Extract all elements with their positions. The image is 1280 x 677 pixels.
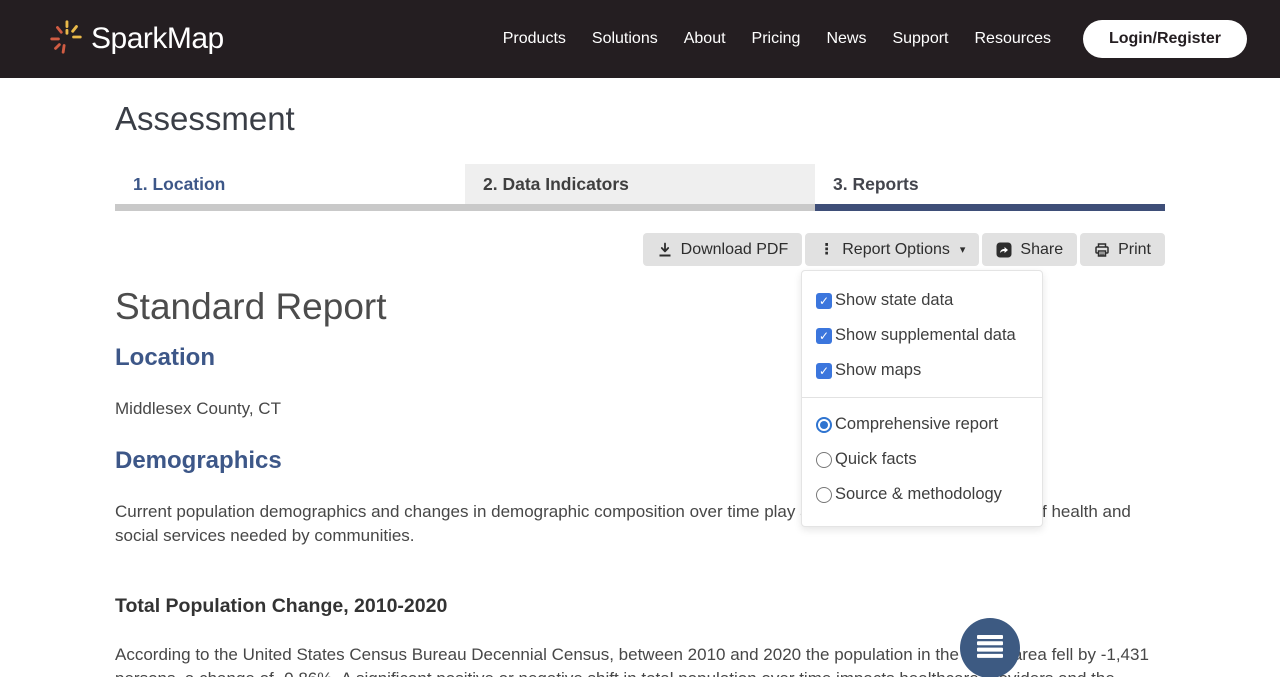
checkbox-checked-icon[interactable]: ✓ [816,328,832,344]
option-quick-facts[interactable]: Quick facts [802,442,1042,477]
hamburger-icon [976,634,1004,663]
nav-about[interactable]: About [684,30,726,48]
assessment-tabs: 1. Location 2. Data Indicators 3. Report… [115,164,1165,211]
checkbox-checked-icon[interactable]: ✓ [816,363,832,379]
page-title: Assessment [115,100,1165,138]
option-label: Source & methodology [835,485,1002,504]
report-toolbar: Download PDF ⋮ Report Options ▾ Share [115,233,1165,266]
floating-menu-button[interactable] [960,618,1020,677]
option-source-methodology[interactable]: Source & methodology [802,477,1042,512]
menu-divider [802,397,1042,398]
checkbox-checked-icon[interactable]: ✓ [816,293,832,309]
print-button[interactable]: Print [1080,233,1165,266]
report-options-button[interactable]: ⋮ Report Options ▾ [805,233,979,266]
option-label: Comprehensive report [835,415,998,434]
option-show-maps[interactable]: ✓ Show maps [802,353,1042,388]
login-register-button[interactable]: Login/Register [1083,20,1247,58]
download-pdf-button[interactable]: Download PDF [643,233,803,266]
radio-unselected-icon[interactable] [816,452,832,468]
tab-reports[interactable]: 3. Reports [815,164,1165,211]
chevron-down-icon: ▾ [960,243,966,256]
report-options-label: Report Options [842,241,950,259]
option-label: Show state data [835,291,953,310]
site-header: SparkMap Products Solutions About Pricin… [0,0,1280,78]
spark-icon [47,16,85,63]
nav-solutions[interactable]: Solutions [592,30,658,48]
nav-resources[interactable]: Resources [975,30,1051,48]
option-show-state-data[interactable]: ✓ Show state data [802,283,1042,318]
option-show-supplemental-data[interactable]: ✓ Show supplemental data [802,318,1042,353]
share-icon [996,242,1012,258]
brand-name: SparkMap [91,22,224,56]
radio-unselected-icon[interactable] [816,487,832,503]
option-comprehensive-report[interactable]: Comprehensive report [802,407,1042,442]
share-label: Share [1020,241,1063,259]
radio-selected-icon[interactable] [816,417,832,433]
nav-pricing[interactable]: Pricing [752,30,801,48]
option-label: Show maps [835,361,921,380]
option-label: Quick facts [835,450,917,469]
main-nav: Products Solutions About Pricing News Su… [503,30,1051,48]
printer-icon [1094,242,1110,258]
download-pdf-label: Download PDF [681,241,789,259]
assessment-page: Assessment 1. Location 2. Data Indicator… [0,100,1280,677]
download-icon [657,242,673,258]
option-label: Show supplemental data [835,326,1016,345]
nav-products[interactable]: Products [503,30,566,48]
report-options-menu: ✓ Show state data ✓ Show supplemental da… [801,270,1043,527]
nav-news[interactable]: News [826,30,866,48]
nav-support[interactable]: Support [892,30,948,48]
vertical-ellipsis-icon: ⋮ [819,242,834,257]
brand-logo[interactable]: SparkMap [47,16,224,63]
population-change-heading: Total Population Change, 2010-2020 [115,595,1165,618]
tab-location[interactable]: 1. Location [115,164,465,211]
tab-data-indicators[interactable]: 2. Data Indicators [465,164,815,211]
print-label: Print [1118,241,1151,259]
share-button[interactable]: Share [982,233,1077,266]
